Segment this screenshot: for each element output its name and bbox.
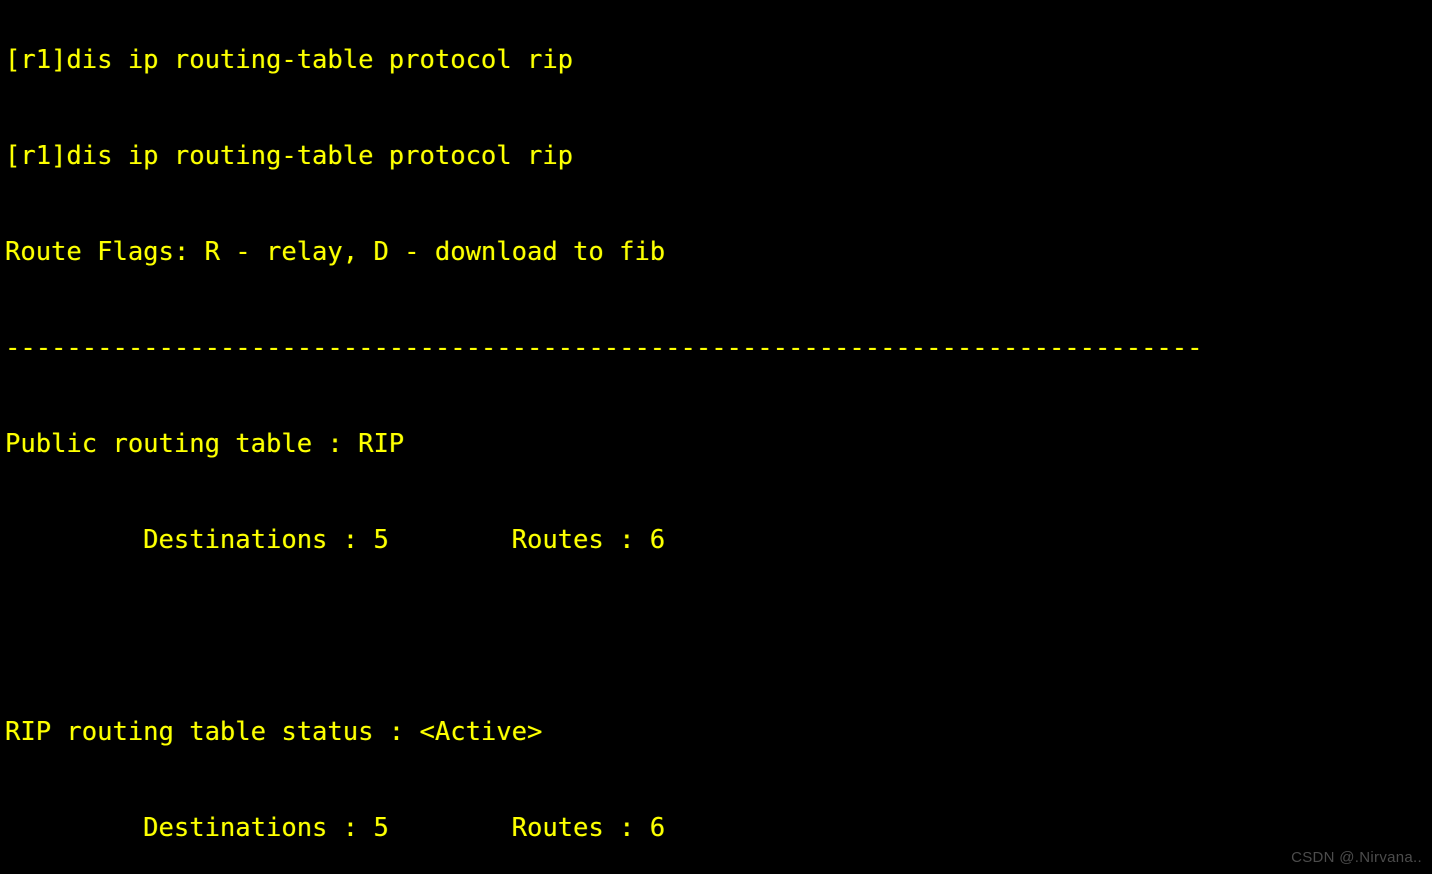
console-line-clipped-previous: [r1]dis ip routing-table protocol rip xyxy=(5,45,574,75)
console-line-route-flags: Route Flags: R - relay, D - download to … xyxy=(5,237,666,267)
console-line-separator: ----------------------------------------… xyxy=(5,333,1203,363)
console-line-public-table-summary: Destinations : 5 Routes : 6 xyxy=(5,525,666,555)
console-line-command: [r1]dis ip routing-table protocol rip xyxy=(5,141,574,171)
console-line-active-summary: Destinations : 5 Routes : 6 xyxy=(5,813,666,843)
console-output: [r1]dis ip routing-table protocol rip [r… xyxy=(5,0,1202,874)
console-line-blank-1 xyxy=(5,620,1202,652)
csdn-watermark: CSDN @.Nirvana.. xyxy=(1291,849,1422,866)
terminal-window[interactable]: [r1]dis ip routing-table protocol rip [r… xyxy=(0,0,1432,874)
console-line-public-table-title: Public routing table : RIP xyxy=(5,429,405,459)
console-line-active-status: RIP routing table status : <Active> xyxy=(5,717,543,747)
